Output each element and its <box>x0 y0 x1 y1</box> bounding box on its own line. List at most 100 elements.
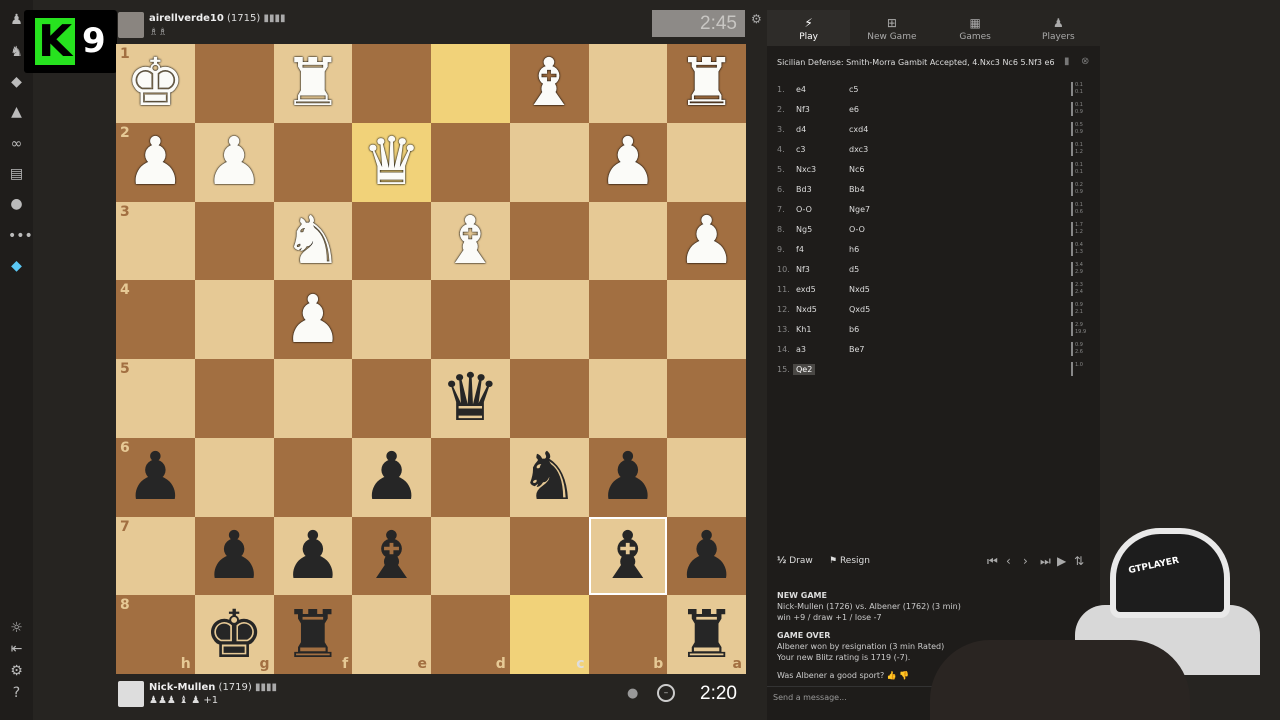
board-square[interactable] <box>194 359 274 438</box>
board-square[interactable]: 3 <box>116 201 195 281</box>
chess-piece[interactable]: ♟ <box>362 444 421 510</box>
board-square[interactable] <box>431 44 510 123</box>
bottom-player-name[interactable]: Nick-Mullen <box>149 682 215 693</box>
black-move[interactable]: Qxd5 <box>849 304 870 316</box>
black-move[interactable]: c5 <box>849 84 859 96</box>
news-icon[interactable]: ▤ <box>8 166 25 183</box>
opening-name[interactable]: Sicilian Defense: Smith-Morra Gambit Acc… <box>777 58 1055 67</box>
chess-piece[interactable]: ♚ <box>126 50 185 116</box>
chess-piece[interactable]: ♟ <box>677 207 736 274</box>
chess-piece[interactable]: ♟ <box>677 522 736 589</box>
help-icon[interactable]: ? <box>8 685 25 702</box>
next-move-icon[interactable]: › <box>1023 554 1028 568</box>
board-square[interactable] <box>588 201 668 281</box>
black-move[interactable]: Nge7 <box>849 204 870 216</box>
chess-piece[interactable]: ♝ <box>598 522 657 589</box>
board-square[interactable]: 2 ♟ <box>116 122 195 202</box>
chess-piece[interactable]: ♚ <box>205 601 264 668</box>
bottom-player-info[interactable]: Nick-Mullen (1719) ▮▮▮▮ <box>149 682 277 693</box>
more-icon[interactable]: ••• <box>8 228 33 245</box>
black-move[interactable]: Bb4 <box>849 184 865 196</box>
pawn-icon[interactable]: ♟ <box>8 12 25 29</box>
white-move[interactable]: Kh1 <box>796 324 811 336</box>
board-square[interactable]: ♟ <box>667 201 746 281</box>
white-move[interactable]: Nf3 <box>796 264 810 276</box>
board-square[interactable] <box>194 437 274 517</box>
top-player-name[interactable]: airellverde10 <box>149 13 224 24</box>
board-square[interactable]: ♟ <box>273 280 353 359</box>
board-square[interactable] <box>352 280 431 359</box>
chess-piece[interactable]: ♟ <box>126 444 185 510</box>
board-square[interactable]: ♝ <box>431 201 510 281</box>
white-move[interactable]: e4 <box>796 84 806 96</box>
chess-piece[interactable]: ♜ <box>283 601 342 668</box>
chess-piece[interactable]: ♛ <box>441 365 500 431</box>
board-square[interactable] <box>667 359 746 438</box>
board-square[interactable]: ♞ <box>273 201 353 281</box>
watch-icon[interactable]: ∞ <box>8 136 25 153</box>
chess-piece[interactable]: ♜ <box>677 601 736 668</box>
black-move[interactable]: cxd4 <box>849 124 868 136</box>
chess-piece[interactable]: ♟ <box>598 444 657 510</box>
chess-piece[interactable]: ♟ <box>598 129 657 195</box>
diamond-icon[interactable]: ◆ <box>8 258 25 275</box>
board-square[interactable]: 1 ♚ <box>116 44 195 123</box>
board-square[interactable]: 4 <box>116 280 195 359</box>
board-square[interactable]: ♟ <box>588 437 668 517</box>
board-square[interactable] <box>588 359 668 438</box>
board-square[interactable] <box>352 359 431 438</box>
board-square[interactable]: 6 ♟ <box>116 437 195 517</box>
board-square[interactable] <box>588 44 668 123</box>
board-square[interactable]: c <box>509 595 589 674</box>
chess-piece[interactable]: ♛ <box>362 129 421 195</box>
board-square[interactable]: ♝ <box>588 516 668 596</box>
draw-button[interactable]: ½ Draw <box>777 556 813 566</box>
chess-piece[interactable]: ♟ <box>205 522 264 589</box>
board-square[interactable]: b <box>588 595 668 674</box>
board-square[interactable] <box>194 280 274 359</box>
play-icon[interactable]: ▶ <box>1057 554 1066 568</box>
board-square[interactable]: 7 <box>116 516 195 596</box>
brightness-icon[interactable]: ☼ <box>8 620 25 637</box>
chess-piece[interactable]: ♝ <box>520 50 579 116</box>
first-move-icon[interactable]: ⏮ <box>987 554 998 569</box>
learn-icon[interactable]: ▲ <box>8 104 25 121</box>
lessons-icon[interactable]: ◆ <box>8 74 25 91</box>
last-move-icon[interactable]: ⏭ <box>1040 554 1051 569</box>
black-move[interactable]: d5 <box>849 264 859 276</box>
chat-input[interactable]: Send a message... <box>773 693 847 702</box>
board-square[interactable]: a ♜ <box>667 595 746 674</box>
white-move[interactable]: Nxc3 <box>796 164 816 176</box>
board-square[interactable]: g ♚ <box>194 595 274 674</box>
board-square[interactable]: d <box>431 595 510 674</box>
board-square[interactable]: ♛ <box>431 359 510 438</box>
thumbs-down-icon[interactable]: 👎 <box>899 671 909 680</box>
white-move[interactable]: d4 <box>796 124 806 136</box>
board-square[interactable] <box>352 201 431 281</box>
board-square[interactable] <box>509 280 589 359</box>
black-move[interactable]: Nc6 <box>849 164 864 176</box>
board-square[interactable]: e <box>352 595 431 674</box>
board-square[interactable]: ♝ <box>352 516 431 596</box>
avatar[interactable] <box>118 681 144 707</box>
board-square[interactable]: ♝ <box>509 44 589 123</box>
close-icon[interactable]: ⊗ <box>1081 56 1089 67</box>
board-square[interactable]: 5 <box>116 359 195 438</box>
white-move[interactable]: Qe2 <box>793 364 816 376</box>
chess-piece[interactable]: ♜ <box>283 50 342 116</box>
white-move[interactable]: a3 <box>796 344 806 356</box>
board-square[interactable]: ♜ <box>273 44 353 123</box>
white-move[interactable]: O-O <box>796 204 812 216</box>
board-square[interactable] <box>273 122 353 202</box>
avatar[interactable] <box>118 12 144 38</box>
chess-piece[interactable]: ♞ <box>520 444 579 510</box>
chess-piece[interactable]: ♟ <box>205 129 264 195</box>
black-move[interactable]: dxc3 <box>849 144 868 156</box>
black-move[interactable]: Be7 <box>849 344 865 356</box>
board-square[interactable] <box>509 201 589 281</box>
board-square[interactable]: 8h <box>116 595 195 674</box>
tab-play[interactable]: ⚡ Play <box>767 10 851 46</box>
board-square[interactable] <box>509 359 589 438</box>
chess-piece[interactable]: ♜ <box>677 50 736 116</box>
chess-board[interactable]: 1 ♚ ♜ ♝ ♜ 2 ♟ ♟ ♛ ♟ 3 ♞ ♝ ♟ 4 ♟ 5 ♛ 6 ♟ ♟ ♞ ♟ 7 ♟ ♟ ♝ ♝ ♟ 8 h g ♚ f ♜ e d c b a… <box>116 44 746 674</box>
